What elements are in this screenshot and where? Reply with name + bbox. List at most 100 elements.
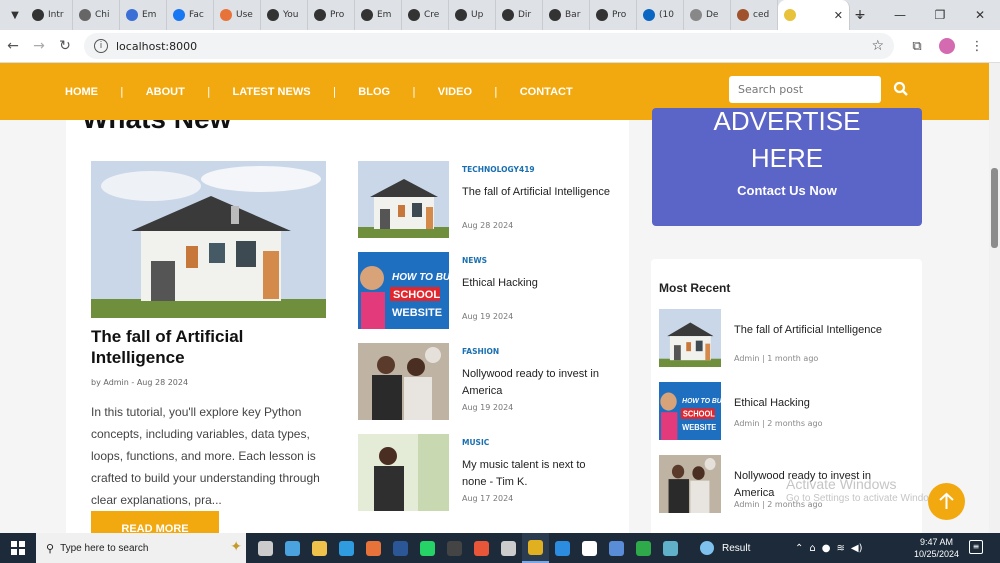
browser-tab[interactable]: Chi	[73, 0, 120, 30]
most-recent-thumbnail[interactable]: HOW TO BU SCHOOL WEBSITE	[659, 382, 721, 440]
app-icon-glyph	[501, 540, 516, 556]
post-title[interactable]: The fall of Artificial Intelligence	[462, 184, 612, 201]
file-explorer-icon[interactable]	[306, 533, 333, 563]
back-icon[interactable]: ←	[0, 38, 26, 54]
post-title[interactable]: Ethical Hacking	[462, 275, 612, 292]
close-window-icon[interactable]: ✕	[960, 0, 1000, 30]
browser-tab[interactable]: Em	[355, 0, 402, 30]
search-input[interactable]: Search post	[729, 76, 881, 103]
app-icon-glyph	[447, 540, 462, 556]
task-view-icon[interactable]	[252, 533, 279, 563]
app-icon-glyph	[474, 540, 489, 556]
chrome-icon[interactable]	[522, 533, 549, 563]
weather-icon	[700, 541, 714, 555]
browser-tab[interactable]: (10	[637, 0, 684, 30]
most-recent-item[interactable]: HOW TO BU SCHOOL WEBSITE Ethical Hacking…	[659, 382, 919, 442]
read-more-button[interactable]: READ MORE	[91, 511, 219, 533]
scrollbar-thumb[interactable]	[991, 168, 998, 248]
most-recent-item[interactable]: The fall of Artificial Intelligence Admi…	[659, 309, 919, 369]
post-title[interactable]: Nollywood ready to invest in America	[462, 366, 612, 400]
profile-avatar[interactable]	[939, 38, 955, 54]
reload-icon[interactable]: ↻	[52, 38, 78, 54]
post-thumbnail[interactable]: HOW TO BU SCHOOL WEBSITE	[358, 252, 449, 329]
post-title[interactable]: My music talent is next to none - Tim K.	[462, 457, 612, 491]
word-icon[interactable]	[387, 533, 414, 563]
windows-start-icon[interactable]	[0, 533, 36, 563]
browser-tab[interactable]: You	[261, 0, 308, 30]
restore-icon[interactable]: ❐	[920, 0, 960, 30]
advert-banner[interactable]: ADVERTISE HERE Contact Us Now	[652, 108, 922, 226]
browser-tab[interactable]: De	[684, 0, 731, 30]
featured-image[interactable]	[91, 161, 326, 318]
tab-list-icon[interactable]: ⌄	[840, 0, 880, 30]
tray-chevron-icon[interactable]: ⌃	[795, 543, 803, 554]
bookmark-star-icon[interactable]: ☆	[871, 38, 884, 54]
app-icon[interactable]	[441, 533, 468, 563]
forward-icon[interactable]: →	[26, 38, 52, 54]
nav-link[interactable]: CONTACT	[520, 86, 573, 98]
app-icon[interactable]	[576, 533, 603, 563]
address-bar[interactable]: i localhost:8000 ☆	[84, 33, 894, 59]
browser-tab[interactable]: Pro	[308, 0, 355, 30]
post-item[interactable]: HOW TO BU SCHOOL WEBSITE NEWS Ethical Ha…	[358, 252, 618, 332]
page-scrollbar[interactable]	[989, 63, 1000, 533]
browser-tab[interactable]: ced	[731, 0, 778, 30]
app-icon[interactable]	[468, 533, 495, 563]
most-recent-title-link[interactable]: Ethical Hacking	[734, 395, 904, 412]
post-category[interactable]: FASHION	[462, 347, 499, 356]
nav-link[interactable]: VIDEO	[438, 86, 472, 98]
taskbar-search-input[interactable]: ⚲ Type here to search ✦	[36, 533, 246, 563]
nav-link[interactable]: ABOUT	[146, 86, 185, 98]
post-category[interactable]: MUSIC	[462, 438, 489, 447]
browser-tab[interactable]: Bar	[543, 0, 590, 30]
post-category[interactable]: TECHNOLOGY419	[462, 165, 535, 174]
minimize-icon[interactable]: —	[880, 0, 920, 30]
edge-icon[interactable]	[333, 533, 360, 563]
mail-icon[interactable]	[279, 533, 306, 563]
post-item[interactable]: MUSIC My music talent is next to none - …	[358, 434, 618, 514]
post-thumbnail[interactable]	[358, 161, 449, 238]
contact-us-link[interactable]: Contact Us Now	[652, 183, 922, 198]
extensions-icon[interactable]: ⧉	[902, 39, 932, 54]
search-icon[interactable]	[893, 81, 909, 97]
scroll-to-top-button[interactable]	[928, 483, 965, 520]
site-info-icon[interactable]: i	[94, 39, 108, 53]
post-thumbnail[interactable]	[358, 434, 449, 511]
browser-tab[interactable]: Up	[449, 0, 496, 30]
most-recent-title-link[interactable]: The fall of Artificial Intelligence	[734, 322, 904, 339]
microphone-icon[interactable]: ●	[822, 543, 831, 554]
menu-dots-icon[interactable]: ⋮	[962, 39, 992, 54]
browser-tab[interactable]: Cre	[402, 0, 449, 30]
nav-link[interactable]: LATEST NEWS	[233, 86, 311, 98]
whatsapp-icon[interactable]	[414, 533, 441, 563]
wifi-icon[interactable]: ≋	[836, 543, 844, 554]
browser-tab[interactable]: Em	[120, 0, 167, 30]
store-icon[interactable]	[603, 533, 630, 563]
nav-link[interactable]: HOME	[65, 86, 98, 98]
tab-search-icon[interactable]: ▼	[4, 4, 26, 26]
post-item[interactable]: TECHNOLOGY419 The fall of Artificial Int…	[358, 161, 618, 241]
browser-tab[interactable]: Dir	[496, 0, 543, 30]
nav-link[interactable]: BLOG	[358, 86, 390, 98]
notification-icon[interactable]: ≡	[969, 540, 983, 554]
app-icon[interactable]	[657, 533, 684, 563]
most-recent-thumbnail[interactable]	[659, 309, 721, 367]
browser-tab[interactable]: Use	[214, 0, 261, 30]
taskbar-result-widget[interactable]: Result	[700, 541, 750, 555]
xampp-icon[interactable]	[360, 533, 387, 563]
app-icon[interactable]	[495, 533, 522, 563]
vscode-icon[interactable]	[549, 533, 576, 563]
network-icon[interactable]: ⌂	[809, 543, 815, 554]
most-recent-thumbnail[interactable]	[659, 455, 721, 513]
browser-tab[interactable]: Pro	[590, 0, 637, 30]
post-thumbnail[interactable]	[358, 343, 449, 420]
app-icon[interactable]	[630, 533, 657, 563]
post-category[interactable]: NEWS	[462, 256, 487, 265]
taskbar-clock[interactable]: 9:47 AM 10/25/2024	[914, 536, 959, 560]
featured-title[interactable]: The fall of Artificial Intelligence	[91, 326, 326, 368]
browser-tab[interactable]: Fac	[167, 0, 214, 30]
volume-icon[interactable]: ◀)	[851, 543, 863, 554]
up-icon	[596, 9, 608, 21]
post-item[interactable]: FASHION Nollywood ready to invest in Ame…	[358, 343, 618, 423]
browser-tab[interactable]: Intr	[26, 0, 73, 30]
